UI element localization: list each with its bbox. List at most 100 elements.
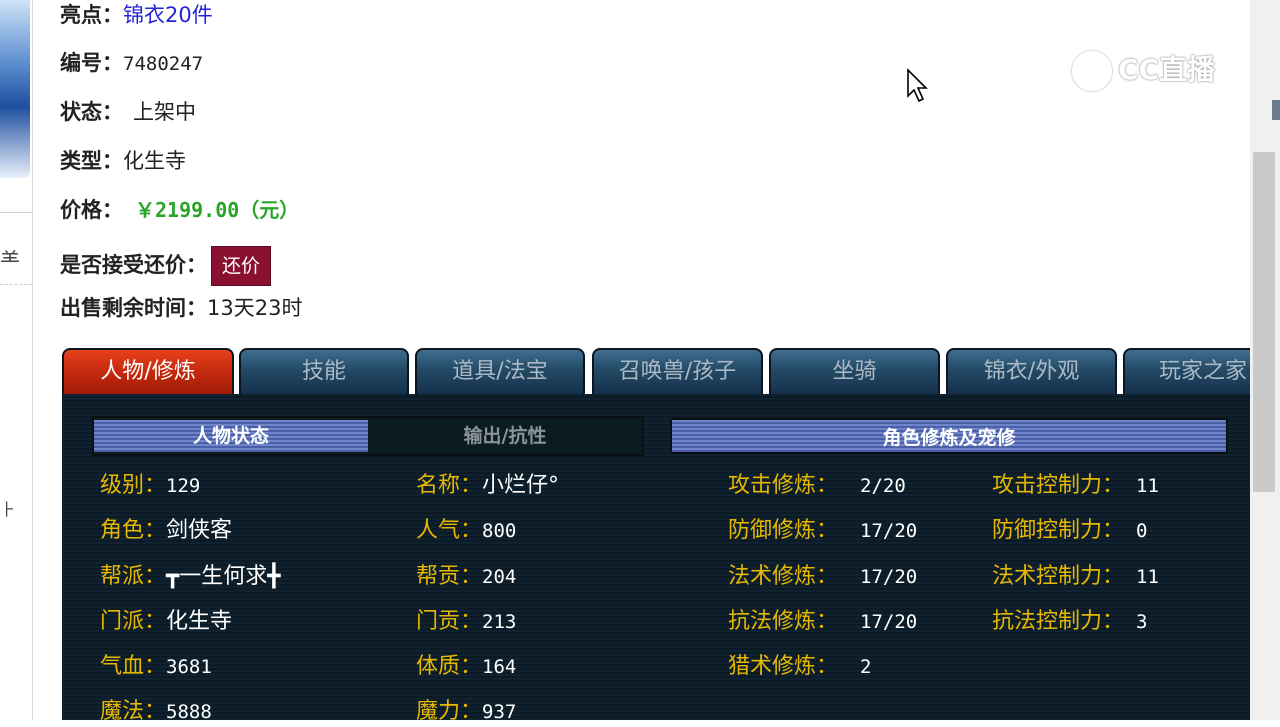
bargain-button[interactable]: 还价 xyxy=(211,246,272,286)
stat-guild: 帮派：┳一生何求╋ xyxy=(100,562,281,592)
stat-value: 3 xyxy=(1136,611,1148,633)
stat-guild-contrib: 帮贡：204 xyxy=(416,562,516,592)
stat-key: 门贡： xyxy=(416,609,483,634)
stat-key: 抗法修炼： xyxy=(728,609,839,634)
stat-key: 猎术修炼： xyxy=(728,654,839,679)
info-remaining-row: 出售剩余时间：13天23时 xyxy=(60,295,302,321)
stat-value: 17/20 xyxy=(860,566,918,588)
stat-value: 164 xyxy=(482,656,517,678)
stat-key: 法术修炼： xyxy=(728,564,839,589)
tab-character[interactable]: 人物/修炼 xyxy=(62,348,234,394)
serial-value: 7480247 xyxy=(123,53,204,75)
stat-value: 17/20 xyxy=(860,611,918,633)
subtab-output-resist[interactable]: 输出/抗性 xyxy=(368,420,642,452)
cult-defense: 防御修炼： 17/20 xyxy=(728,516,917,546)
stat-school: 门派：化生寺 xyxy=(100,607,232,637)
stat-key: 体质： xyxy=(416,654,483,679)
stat-key: 气血： xyxy=(100,654,167,679)
tab-skills[interactable]: 技能 xyxy=(239,348,409,394)
info-serial-row: 编号：7480247 xyxy=(60,50,203,77)
stat-value: 11 xyxy=(1136,566,1159,588)
tab-home[interactable]: 玩家之家 xyxy=(1123,348,1250,394)
stat-key: 角色： xyxy=(100,518,167,543)
cult-resist: 抗法修炼： 17/20 xyxy=(728,607,917,637)
stat-key: 帮贡： xyxy=(416,564,483,589)
cult-attack: 攻击修炼： 2/20 xyxy=(728,471,906,501)
stat-key: 帮派： xyxy=(100,564,167,589)
stat-key: 防御控制力： xyxy=(992,518,1125,543)
divider xyxy=(0,212,32,213)
scrollbar-thumb[interactable] xyxy=(1253,152,1275,492)
stat-value: 化生寺 xyxy=(166,609,233,634)
stat-magic-power: 魔力：937 xyxy=(416,697,516,727)
stat-key: 攻击控制力： xyxy=(992,473,1125,498)
stat-popularity: 人气：800 xyxy=(416,516,516,546)
serial-label: 编号： xyxy=(60,51,123,75)
stat-value: 剑侠客 xyxy=(166,518,233,543)
price-label: 价格： xyxy=(60,198,123,222)
mouse-cursor-icon xyxy=(907,68,928,103)
cultivation-header: 角色修炼及宠修 xyxy=(670,418,1228,454)
stat-hp: 气血：3681 xyxy=(100,652,212,682)
ctrl-defense: 防御控制力： 0 xyxy=(992,516,1147,546)
stat-key: 防御修炼： xyxy=(728,518,839,543)
tab-items[interactable]: 道具/法宝 xyxy=(415,348,585,394)
price-value: ￥2199.00（元） xyxy=(135,198,300,222)
subtab-character-status[interactable]: 人物状态 xyxy=(94,420,368,452)
stat-role: 角色：剑侠客 xyxy=(100,516,232,546)
status-value: 上架中 xyxy=(133,100,196,124)
scrollbar-marker xyxy=(1272,100,1280,120)
ctrl-spell: 法术控制力： 11 xyxy=(992,562,1159,592)
stat-value: 3681 xyxy=(166,656,212,678)
stat-key: 人气： xyxy=(416,518,483,543)
stat-key: 抗法控制力： xyxy=(992,609,1125,634)
stat-key: 法术控制力： xyxy=(992,564,1125,589)
stat-key: 名称： xyxy=(416,473,483,498)
info-status-row: 状态： 上架中 xyxy=(60,99,196,125)
stat-name: 名称：小烂仔° xyxy=(416,471,559,501)
cult-spell: 法术修炼： 17/20 xyxy=(728,562,917,592)
stat-value: 0 xyxy=(1136,520,1148,542)
remaining-value: 13天23时 xyxy=(207,296,303,320)
stat-level: 级别：129 xyxy=(100,471,200,501)
ctrl-attack: 攻击控制力： 11 xyxy=(992,471,1159,501)
stat-key: 魔法： xyxy=(100,699,167,724)
info-type-row: 类型：化生寺 xyxy=(60,148,186,174)
status-label: 状态： xyxy=(60,100,123,124)
cc-logo-icon xyxy=(1072,51,1112,91)
stat-school-contrib: 门贡：213 xyxy=(416,607,516,637)
stat-value: 17/20 xyxy=(860,520,918,542)
tab-summons[interactable]: 召唤兽/孩子 xyxy=(592,348,763,394)
highlight-link[interactable]: 锦衣20件 xyxy=(123,3,213,27)
stat-value: 11 xyxy=(1136,475,1159,497)
stat-value: 小烂仔° xyxy=(482,473,560,498)
bargain-label: 是否接受还价： xyxy=(60,253,207,277)
info-price-row: 价格： ￥2199.00（元） xyxy=(60,197,299,223)
stat-value: 204 xyxy=(482,566,517,588)
watermark: CC直播 xyxy=(1072,48,1215,91)
stat-value: 213 xyxy=(482,611,517,633)
stat-key: 门派： xyxy=(100,609,167,634)
stat-mp: 魔法：5888 xyxy=(100,697,212,727)
highlight-label: 亮点： xyxy=(60,3,123,27)
info-bargain-row: 是否接受还价： 还价 xyxy=(60,246,272,286)
stat-key: 魔力： xyxy=(416,699,483,724)
tab-outfits[interactable]: 锦衣/外观 xyxy=(946,348,1117,394)
stat-key: 级别： xyxy=(100,473,167,498)
avatar xyxy=(0,0,30,178)
left-glyph: ⺷ xyxy=(0,248,20,272)
info-highlight-row: 亮点：锦衣20件 xyxy=(60,2,213,28)
stat-key: 攻击修炼： xyxy=(728,473,839,498)
stat-constitution: 体质：164 xyxy=(416,652,516,682)
stat-value: 2/20 xyxy=(860,475,906,497)
watermark-text: CC直播 xyxy=(1118,53,1216,86)
cult-hunt: 猎术修炼： 2 xyxy=(728,652,871,682)
left-glyph: ⺊ xyxy=(0,500,17,519)
stat-value: 800 xyxy=(482,520,517,542)
stat-value: 129 xyxy=(166,475,201,497)
type-value: 化生寺 xyxy=(123,149,186,173)
tab-mounts[interactable]: 坐骑 xyxy=(769,348,940,394)
remaining-label: 出售剩余时间： xyxy=(60,296,207,320)
type-label: 类型： xyxy=(60,149,123,173)
ctrl-resist: 抗法控制力： 3 xyxy=(992,607,1147,637)
